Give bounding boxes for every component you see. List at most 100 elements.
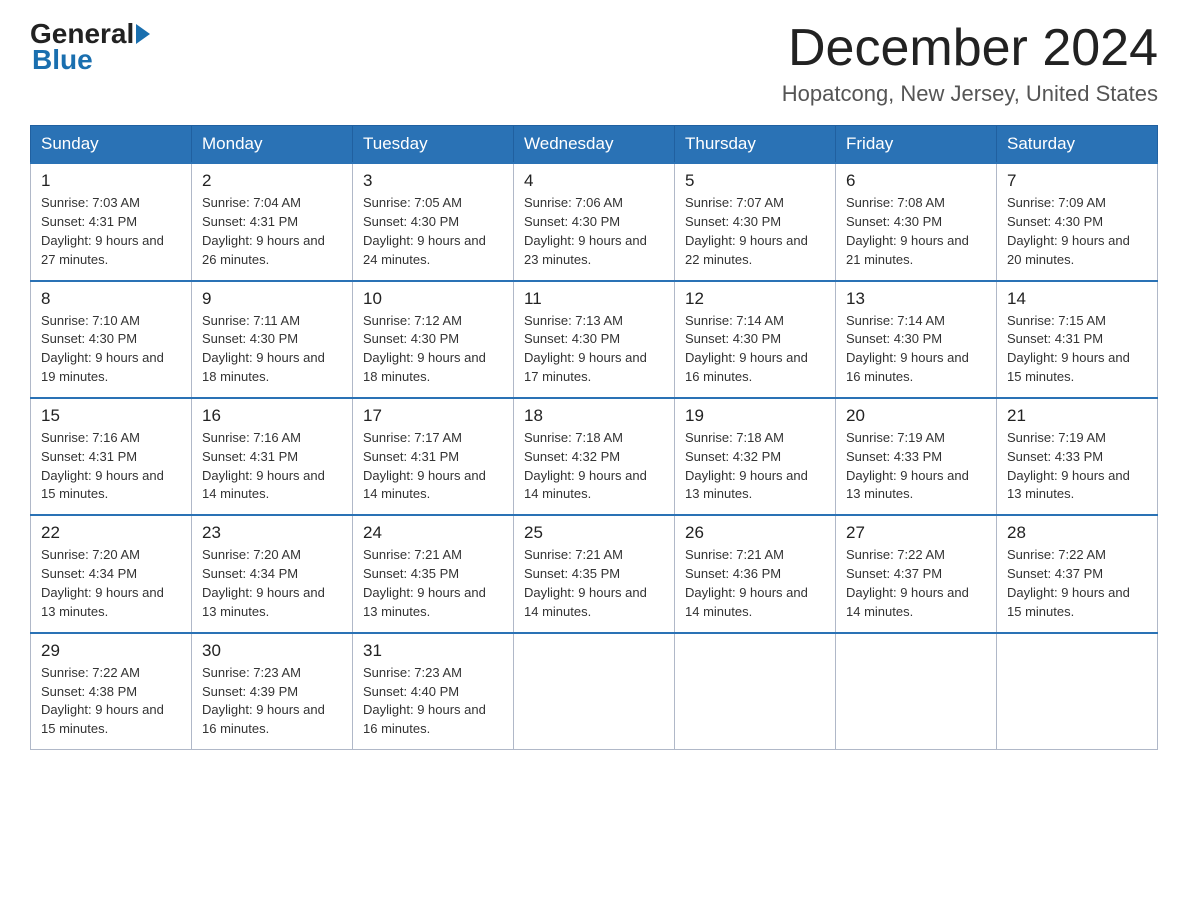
calendar-cell: 17 Sunrise: 7:17 AMSunset: 4:31 PMDaylig… [353, 398, 514, 515]
day-info: Sunrise: 7:05 AMSunset: 4:30 PMDaylight:… [363, 194, 503, 269]
day-number: 15 [41, 406, 181, 426]
calendar-week-2: 8 Sunrise: 7:10 AMSunset: 4:30 PMDayligh… [31, 281, 1158, 398]
weekday-header-sunday: Sunday [31, 126, 192, 164]
day-info: Sunrise: 7:04 AMSunset: 4:31 PMDaylight:… [202, 194, 342, 269]
calendar-cell: 5 Sunrise: 7:07 AMSunset: 4:30 PMDayligh… [675, 163, 836, 280]
day-info: Sunrise: 7:08 AMSunset: 4:30 PMDaylight:… [846, 194, 986, 269]
calendar-cell [514, 633, 675, 750]
day-number: 27 [846, 523, 986, 543]
calendar-cell: 31 Sunrise: 7:23 AMSunset: 4:40 PMDaylig… [353, 633, 514, 750]
calendar-cell [836, 633, 997, 750]
day-info: Sunrise: 7:03 AMSunset: 4:31 PMDaylight:… [41, 194, 181, 269]
calendar-cell: 22 Sunrise: 7:20 AMSunset: 4:34 PMDaylig… [31, 515, 192, 632]
day-number: 23 [202, 523, 342, 543]
day-info: Sunrise: 7:14 AMSunset: 4:30 PMDaylight:… [685, 312, 825, 387]
calendar-cell: 7 Sunrise: 7:09 AMSunset: 4:30 PMDayligh… [997, 163, 1158, 280]
day-number: 31 [363, 641, 503, 661]
month-title: December 2024 [782, 20, 1158, 77]
weekday-header-wednesday: Wednesday [514, 126, 675, 164]
day-number: 13 [846, 289, 986, 309]
calendar-cell: 8 Sunrise: 7:10 AMSunset: 4:30 PMDayligh… [31, 281, 192, 398]
day-info: Sunrise: 7:23 AMSunset: 4:40 PMDaylight:… [363, 664, 503, 739]
day-info: Sunrise: 7:22 AMSunset: 4:38 PMDaylight:… [41, 664, 181, 739]
day-info: Sunrise: 7:18 AMSunset: 4:32 PMDaylight:… [524, 429, 664, 504]
day-info: Sunrise: 7:21 AMSunset: 4:35 PMDaylight:… [524, 546, 664, 621]
calendar-week-3: 15 Sunrise: 7:16 AMSunset: 4:31 PMDaylig… [31, 398, 1158, 515]
calendar-cell: 25 Sunrise: 7:21 AMSunset: 4:35 PMDaylig… [514, 515, 675, 632]
day-number: 16 [202, 406, 342, 426]
day-info: Sunrise: 7:12 AMSunset: 4:30 PMDaylight:… [363, 312, 503, 387]
day-info: Sunrise: 7:15 AMSunset: 4:31 PMDaylight:… [1007, 312, 1147, 387]
day-info: Sunrise: 7:21 AMSunset: 4:36 PMDaylight:… [685, 546, 825, 621]
day-number: 26 [685, 523, 825, 543]
day-number: 11 [524, 289, 664, 309]
day-number: 28 [1007, 523, 1147, 543]
day-info: Sunrise: 7:11 AMSunset: 4:30 PMDaylight:… [202, 312, 342, 387]
calendar-cell: 4 Sunrise: 7:06 AMSunset: 4:30 PMDayligh… [514, 163, 675, 280]
day-number: 7 [1007, 171, 1147, 191]
calendar-cell: 10 Sunrise: 7:12 AMSunset: 4:30 PMDaylig… [353, 281, 514, 398]
calendar-week-1: 1 Sunrise: 7:03 AMSunset: 4:31 PMDayligh… [31, 163, 1158, 280]
location-title: Hopatcong, New Jersey, United States [782, 81, 1158, 107]
calendar-cell [997, 633, 1158, 750]
day-info: Sunrise: 7:22 AMSunset: 4:37 PMDaylight:… [846, 546, 986, 621]
weekday-header-saturday: Saturday [997, 126, 1158, 164]
day-number: 12 [685, 289, 825, 309]
day-info: Sunrise: 7:20 AMSunset: 4:34 PMDaylight:… [202, 546, 342, 621]
day-info: Sunrise: 7:22 AMSunset: 4:37 PMDaylight:… [1007, 546, 1147, 621]
weekday-header-thursday: Thursday [675, 126, 836, 164]
day-number: 5 [685, 171, 825, 191]
calendar-cell: 20 Sunrise: 7:19 AMSunset: 4:33 PMDaylig… [836, 398, 997, 515]
day-number: 2 [202, 171, 342, 191]
day-info: Sunrise: 7:06 AMSunset: 4:30 PMDaylight:… [524, 194, 664, 269]
day-number: 22 [41, 523, 181, 543]
day-info: Sunrise: 7:18 AMSunset: 4:32 PMDaylight:… [685, 429, 825, 504]
day-info: Sunrise: 7:14 AMSunset: 4:30 PMDaylight:… [846, 312, 986, 387]
day-number: 10 [363, 289, 503, 309]
calendar-cell: 16 Sunrise: 7:16 AMSunset: 4:31 PMDaylig… [192, 398, 353, 515]
day-number: 29 [41, 641, 181, 661]
calendar-cell: 28 Sunrise: 7:22 AMSunset: 4:37 PMDaylig… [997, 515, 1158, 632]
calendar-cell: 24 Sunrise: 7:21 AMSunset: 4:35 PMDaylig… [353, 515, 514, 632]
calendar-cell: 3 Sunrise: 7:05 AMSunset: 4:30 PMDayligh… [353, 163, 514, 280]
calendar-cell [675, 633, 836, 750]
day-info: Sunrise: 7:07 AMSunset: 4:30 PMDaylight:… [685, 194, 825, 269]
day-info: Sunrise: 7:23 AMSunset: 4:39 PMDaylight:… [202, 664, 342, 739]
calendar-cell: 1 Sunrise: 7:03 AMSunset: 4:31 PMDayligh… [31, 163, 192, 280]
logo-arrow-icon [136, 24, 150, 44]
day-info: Sunrise: 7:21 AMSunset: 4:35 PMDaylight:… [363, 546, 503, 621]
calendar-cell: 13 Sunrise: 7:14 AMSunset: 4:30 PMDaylig… [836, 281, 997, 398]
calendar-cell: 12 Sunrise: 7:14 AMSunset: 4:30 PMDaylig… [675, 281, 836, 398]
day-info: Sunrise: 7:16 AMSunset: 4:31 PMDaylight:… [202, 429, 342, 504]
page-header: General Blue December 2024 Hopatcong, Ne… [30, 20, 1158, 107]
day-number: 18 [524, 406, 664, 426]
weekday-header-friday: Friday [836, 126, 997, 164]
day-number: 24 [363, 523, 503, 543]
day-number: 9 [202, 289, 342, 309]
calendar-cell: 6 Sunrise: 7:08 AMSunset: 4:30 PMDayligh… [836, 163, 997, 280]
logo: General Blue [30, 20, 152, 76]
calendar-cell: 19 Sunrise: 7:18 AMSunset: 4:32 PMDaylig… [675, 398, 836, 515]
calendar-cell: 9 Sunrise: 7:11 AMSunset: 4:30 PMDayligh… [192, 281, 353, 398]
calendar-cell: 2 Sunrise: 7:04 AMSunset: 4:31 PMDayligh… [192, 163, 353, 280]
day-info: Sunrise: 7:20 AMSunset: 4:34 PMDaylight:… [41, 546, 181, 621]
day-info: Sunrise: 7:17 AMSunset: 4:31 PMDaylight:… [363, 429, 503, 504]
calendar-cell: 27 Sunrise: 7:22 AMSunset: 4:37 PMDaylig… [836, 515, 997, 632]
calendar-week-4: 22 Sunrise: 7:20 AMSunset: 4:34 PMDaylig… [31, 515, 1158, 632]
day-number: 4 [524, 171, 664, 191]
calendar-table: SundayMondayTuesdayWednesdayThursdayFrid… [30, 125, 1158, 750]
day-info: Sunrise: 7:16 AMSunset: 4:31 PMDaylight:… [41, 429, 181, 504]
weekday-header-row: SundayMondayTuesdayWednesdayThursdayFrid… [31, 126, 1158, 164]
day-info: Sunrise: 7:10 AMSunset: 4:30 PMDaylight:… [41, 312, 181, 387]
title-block: December 2024 Hopatcong, New Jersey, Uni… [782, 20, 1158, 107]
calendar-cell: 18 Sunrise: 7:18 AMSunset: 4:32 PMDaylig… [514, 398, 675, 515]
weekday-header-monday: Monday [192, 126, 353, 164]
calendar-cell: 21 Sunrise: 7:19 AMSunset: 4:33 PMDaylig… [997, 398, 1158, 515]
calendar-cell: 11 Sunrise: 7:13 AMSunset: 4:30 PMDaylig… [514, 281, 675, 398]
day-info: Sunrise: 7:13 AMSunset: 4:30 PMDaylight:… [524, 312, 664, 387]
day-number: 19 [685, 406, 825, 426]
calendar-cell: 23 Sunrise: 7:20 AMSunset: 4:34 PMDaylig… [192, 515, 353, 632]
day-number: 25 [524, 523, 664, 543]
day-info: Sunrise: 7:19 AMSunset: 4:33 PMDaylight:… [1007, 429, 1147, 504]
calendar-cell: 14 Sunrise: 7:15 AMSunset: 4:31 PMDaylig… [997, 281, 1158, 398]
